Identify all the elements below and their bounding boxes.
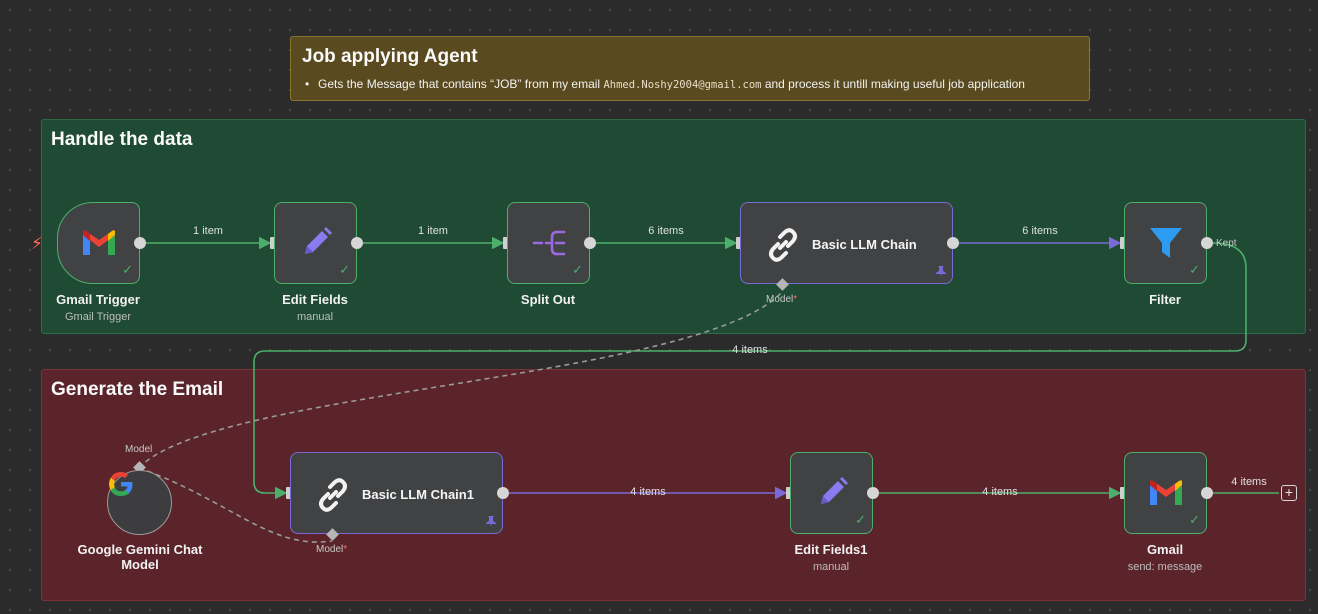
output-port[interactable] <box>497 487 509 499</box>
output-port[interactable] <box>867 487 879 499</box>
edge-label-8: 4 items <box>1231 476 1267 488</box>
chain-link-icon <box>769 228 797 262</box>
output-port[interactable] <box>351 237 363 249</box>
edge-label-3: 6 items <box>648 225 684 237</box>
node-title: Google Gemini Chat Model <box>77 542 203 572</box>
edge-label-7: 4 items <box>982 486 1018 498</box>
pin-icon <box>486 516 496 527</box>
node-title: Edit Fields1 <box>794 542 868 557</box>
node-title: Filter <box>1149 292 1181 307</box>
edge-label-1: 1 item <box>193 225 223 237</box>
output-port[interactable] <box>947 237 959 249</box>
node-split-out[interactable]: ✓ <box>507 202 590 284</box>
gmail-icon <box>82 230 115 255</box>
node-title: Gmail Trigger <box>56 292 140 307</box>
node-basic-llm-chain[interactable]: Basic LLM Chain <box>740 202 953 284</box>
edge-label-6: 4 items <box>630 486 666 498</box>
node-subtitle: send: message <box>1127 561 1203 573</box>
node-filter[interactable]: ✓ <box>1124 202 1207 284</box>
success-check-icon: ✓ <box>339 262 350 277</box>
success-check-icon: ✓ <box>855 512 866 527</box>
output-port[interactable] <box>584 237 596 249</box>
output-port[interactable] <box>1201 237 1213 249</box>
node-google-gemini-chat-model[interactable] <box>107 470 172 535</box>
output-port[interactable] <box>1201 487 1213 499</box>
gmail-icon <box>1149 480 1182 505</box>
model-output-label: Model <box>125 444 153 455</box>
filter-icon <box>1149 228 1182 258</box>
node-gmail[interactable]: ✓ <box>1124 452 1207 534</box>
node-title: Gmail <box>1146 542 1184 557</box>
edge-model-to-llm <box>138 291 783 469</box>
pin-icon <box>936 266 946 277</box>
node-edit-fields[interactable]: ✓ <box>274 202 357 284</box>
success-check-icon: ✓ <box>572 262 583 277</box>
node-label: Basic LLM Chain1 <box>362 487 474 502</box>
node-edit-fields1[interactable]: ✓ <box>790 452 873 534</box>
google-icon <box>109 472 133 496</box>
pencil-icon <box>820 477 848 504</box>
success-check-icon: ✓ <box>1189 512 1200 527</box>
split-out-icon <box>532 230 565 256</box>
node-label: Basic LLM Chain <box>812 237 917 252</box>
add-node-button[interactable]: + <box>1281 485 1297 501</box>
node-basic-llm-chain1[interactable]: Basic LLM Chain1 <box>290 452 503 534</box>
success-check-icon: ✓ <box>1189 262 1200 277</box>
node-subtitle: manual <box>812 561 850 573</box>
edge-label-5: 4 items <box>732 344 768 356</box>
node-title: Edit Fields <box>282 292 348 307</box>
model-port-label: Model* <box>316 544 348 555</box>
connections-layer <box>138 236 1279 543</box>
chain-link-icon <box>319 478 347 512</box>
node-title: Split Out <box>520 292 576 307</box>
pencil-icon <box>304 227 332 254</box>
edge-label-4: 6 items <box>1022 225 1058 237</box>
node-gmail-trigger[interactable]: ✓ <box>57 202 140 284</box>
node-subtitle: manual <box>296 311 334 323</box>
success-check-icon: ✓ <box>122 262 133 277</box>
trigger-bolt-icon: ⚡ <box>31 234 43 253</box>
output-port[interactable] <box>134 237 146 249</box>
model-port-label: Model* <box>766 294 798 305</box>
output-label-kept: Kept <box>1216 238 1237 249</box>
edge-label-2: 1 item <box>418 225 448 237</box>
node-subtitle: Gmail Trigger <box>64 311 132 323</box>
